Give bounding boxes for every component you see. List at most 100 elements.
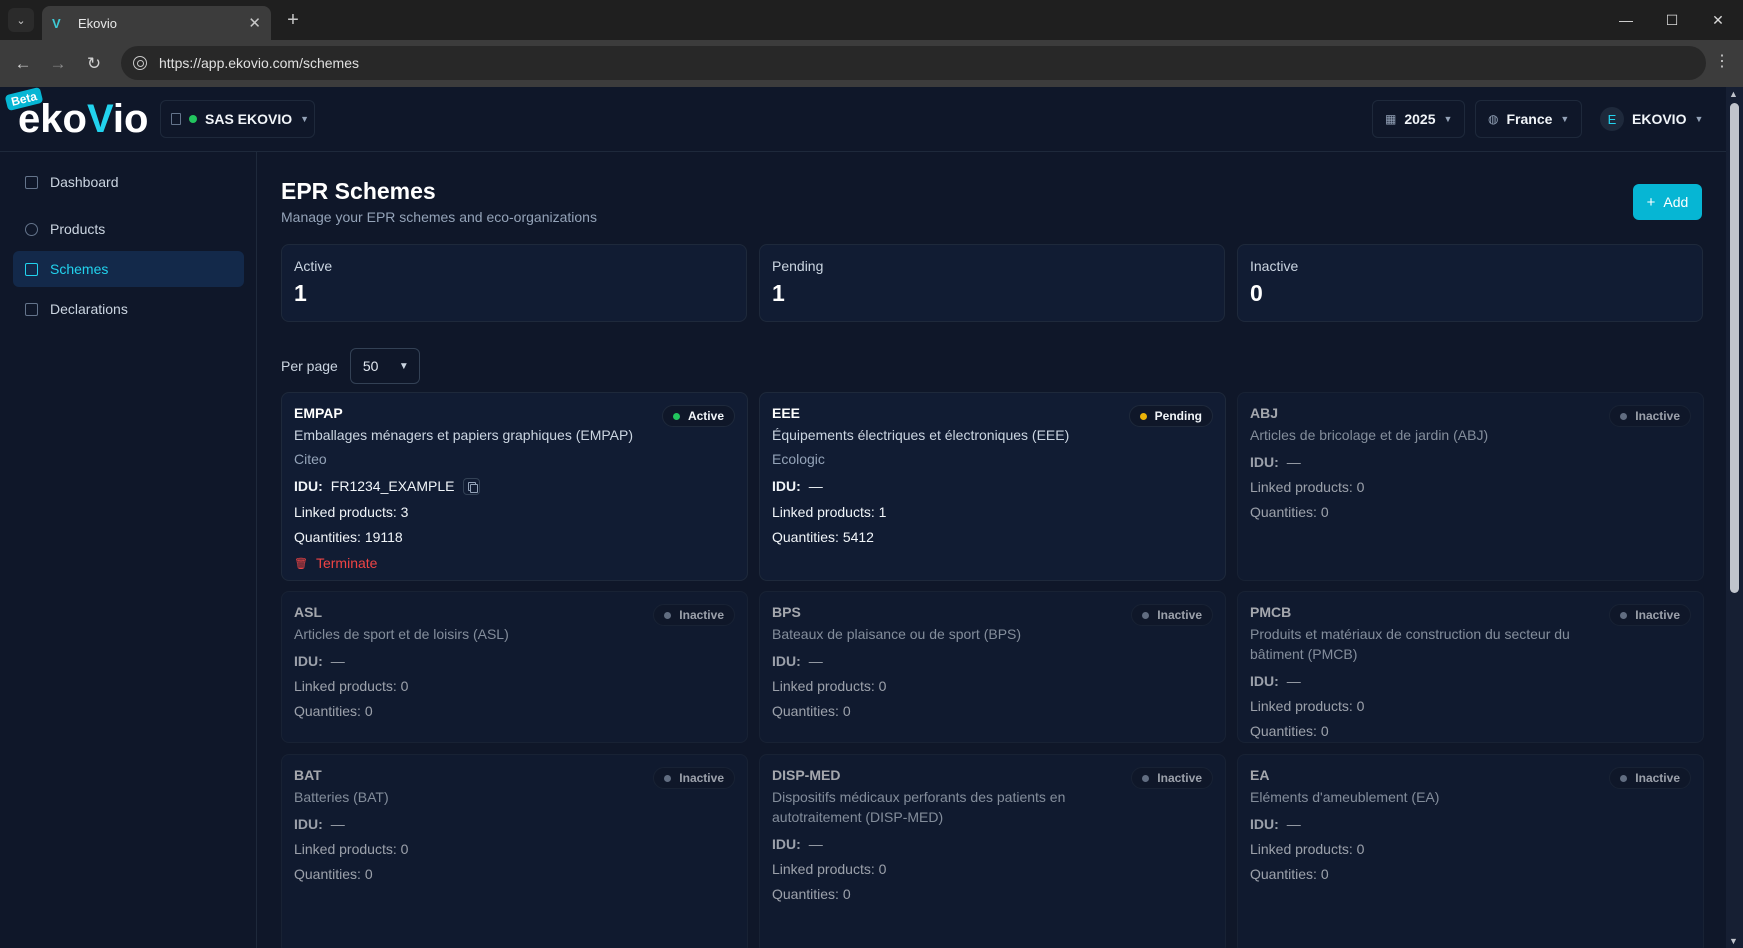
sidebar-item-label: Schemes (50, 261, 109, 277)
scheme-card-disp-med[interactable]: DISP-MED Dispositifs médicaux perforants… (759, 754, 1226, 948)
box-icon (25, 222, 38, 236)
scheme-name: Équipements électriques et électroniques… (772, 427, 1070, 443)
close-tab-icon[interactable]: ✕ (248, 14, 261, 32)
idu-value: FR1234_EXAMPLE (330, 478, 455, 494)
stat-value: 1 (294, 280, 307, 306)
document-icon (25, 302, 38, 316)
scheme-card-ea[interactable]: EA Eléments d'ameublement (EA) IDU: — Li… (1237, 754, 1704, 948)
idu-label: IDU: (294, 478, 323, 494)
terminate-button[interactable]: 🗑 Terminate (294, 555, 735, 571)
address-bar[interactable]: https://app.ekovio.com/schemes (121, 46, 1706, 80)
company-selector[interactable]: SAS EKOVIO ▼ (160, 100, 315, 138)
scheme-card-abj[interactable]: ABJ Articles de bricolage et de jardin (… (1237, 392, 1704, 581)
trash-icon: 🗑 (294, 557, 308, 570)
close-window-icon[interactable]: ✕ (1695, 6, 1741, 34)
minimize-icon[interactable]: — (1603, 6, 1649, 34)
status-text: Inactive (1635, 608, 1680, 622)
site-info-icon[interactable] (133, 56, 147, 70)
status-dot (1620, 611, 1628, 619)
url-text: https://app.ekovio.com/schemes (159, 55, 359, 71)
scheme-name: Batteries (BAT) (294, 789, 389, 805)
copy-icon[interactable] (462, 477, 480, 495)
scheme-name: Produits et matériaux de construction du… (1250, 626, 1570, 662)
scheme-name: Articles de bricolage et de jardin (ABJ) (1250, 427, 1489, 443)
chevron-down-icon: ▼ (1443, 114, 1453, 124)
country-selector[interactable]: ◍ France ▼ (1475, 100, 1583, 138)
app-header: ekoVio Beta SAS EKOVIO ▼ ▦ 2025 ▼ ◍ Fran… (0, 86, 1726, 152)
sidebar-item-label: Declarations (50, 301, 128, 317)
forward-icon[interactable]: → (45, 51, 71, 77)
chevron-down-icon: ▼ (1694, 114, 1704, 124)
browser-menu-icon[interactable]: ⋮ (1712, 51, 1732, 71)
page-subtitle: Manage your EPR schemes and eco-organiza… (281, 209, 597, 225)
stat-label: Pending (772, 258, 824, 274)
page-title: EPR Schemes (281, 178, 436, 204)
sidebar-item-products[interactable]: Products (13, 211, 244, 247)
stat-label: Inactive (1250, 258, 1299, 274)
idu-label: IDU: (772, 653, 801, 669)
stat-card-pending: Pending 1 (759, 244, 1225, 322)
scheme-card-empap[interactable]: EMPAP Emballages ménagers et papiers gra… (281, 392, 748, 581)
quantities: Quantities: 5412 (772, 529, 874, 545)
new-tab-button[interactable]: + (282, 6, 304, 34)
user-menu[interactable]: E EKOVIO ▼ (1600, 100, 1703, 138)
status-badge: Inactive (1131, 767, 1213, 789)
scheme-card-bps[interactable]: BPS Bateaux de plaisance ou de sport (BP… (759, 591, 1226, 743)
page-scrollbar[interactable]: ▲ ▼ (1726, 87, 1743, 948)
scheme-card-bat[interactable]: BAT Batteries (BAT) IDU: — Linked produc… (281, 754, 748, 948)
browser-tab[interactable]: V Ekovio ✕ (42, 6, 271, 40)
scheme-idu: IDU: — (294, 816, 735, 832)
sidebar-item-label: Dashboard (50, 174, 119, 190)
year-selector[interactable]: ▦ 2025 ▼ (1372, 100, 1466, 138)
quantities: Quantities: 0 (1250, 866, 1329, 882)
status-badge: Inactive (1609, 767, 1691, 789)
idu-label: IDU: (1250, 673, 1279, 689)
idu-label: IDU: (772, 836, 801, 852)
add-scheme-button[interactable]: + Add (1633, 184, 1702, 220)
per-page-label: Per page (281, 358, 338, 374)
terminate-label: Terminate (315, 555, 378, 571)
tab-title: Ekovio (78, 15, 118, 31)
reload-icon[interactable]: ↻ (81, 51, 107, 77)
sidebar-item-schemes[interactable]: Schemes (13, 251, 244, 287)
scheme-name: Articles de sport et de loisirs (ASL) (294, 626, 509, 642)
scroll-down-icon[interactable]: ▼ (1729, 936, 1738, 946)
scheme-name: Emballages ménagers et papiers graphique… (294, 427, 634, 443)
status-dot (664, 774, 672, 782)
status-text: Inactive (679, 771, 724, 785)
dashboard-icon (25, 175, 38, 189)
scheme-idu: IDU: — (1250, 454, 1691, 470)
idu-value: — (808, 653, 823, 669)
linked-products: Linked products: 0 (772, 861, 887, 877)
linked-products: Linked products: 0 (1250, 698, 1365, 714)
status-dot (672, 412, 680, 420)
scroll-up-icon[interactable]: ▲ (1729, 89, 1738, 99)
scheme-card-eee[interactable]: EEE Équipements électriques et électroni… (759, 392, 1226, 581)
back-icon[interactable]: ← (10, 51, 36, 77)
status-badge: Active (661, 405, 735, 427)
user-name: EKOVIO (1632, 111, 1687, 127)
per-page-control: Per page 50 ▼ (281, 348, 420, 384)
status-dot (664, 611, 672, 619)
scroll-thumb[interactable] (1730, 103, 1739, 593)
quantities: Quantities: 0 (294, 866, 373, 882)
tab-search-button[interactable]: ⌄ (8, 8, 34, 32)
chevron-down-icon: ▼ (300, 114, 310, 124)
scheme-card-asl[interactable]: ASL Articles de sport et de loisirs (ASL… (281, 591, 748, 743)
linked-products: Linked products: 0 (1250, 479, 1365, 495)
per-page-select[interactable]: 50 ▼ (349, 348, 420, 384)
quantities: Quantities: 0 (1250, 504, 1329, 520)
maximize-icon[interactable]: ☐ (1649, 6, 1695, 34)
status-badge: Inactive (653, 604, 735, 626)
sidebar-item-dashboard[interactable]: Dashboard (13, 164, 244, 200)
sidebar-item-declarations[interactable]: Declarations (13, 291, 244, 327)
idu-value: — (330, 653, 345, 669)
avatar: E (1600, 107, 1624, 131)
linked-products: Linked products: 0 (1250, 841, 1365, 857)
status-dot (1620, 412, 1628, 420)
stat-card-inactive: Inactive 0 (1237, 244, 1703, 322)
scheme-card-pmcb[interactable]: PMCB Produits et matériaux de constructi… (1237, 591, 1704, 743)
status-text: Inactive (1635, 409, 1680, 423)
year-value: 2025 (1404, 111, 1436, 127)
idu-value: — (1286, 673, 1301, 689)
